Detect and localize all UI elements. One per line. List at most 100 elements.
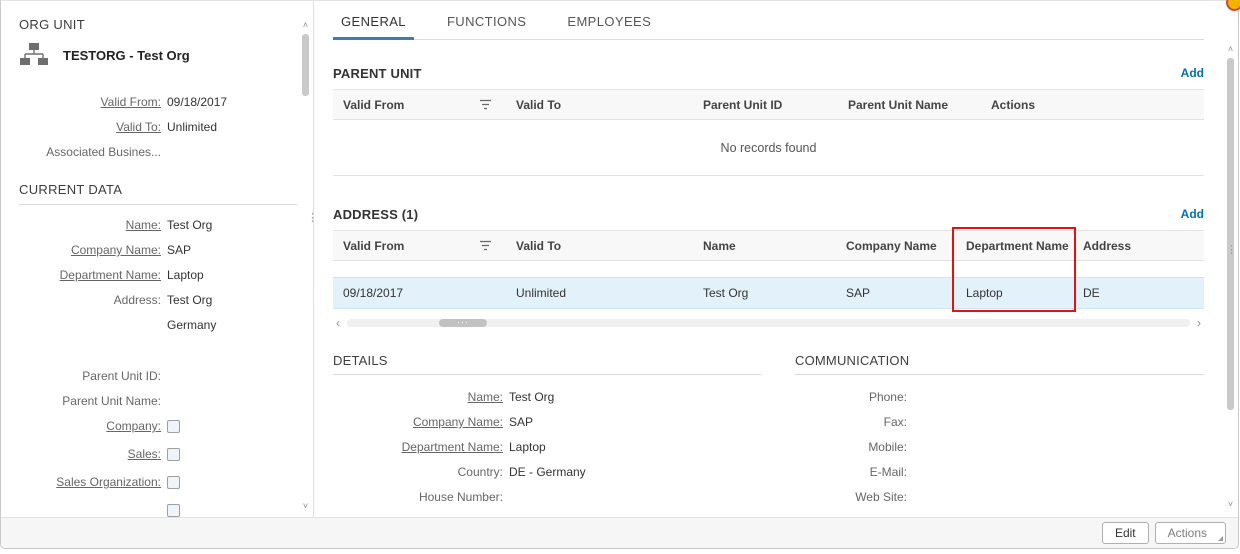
edit-button[interactable]: Edit bbox=[1101, 522, 1149, 544]
address-add-link[interactable]: Add bbox=[1181, 207, 1204, 221]
main-scrollbar-thumb[interactable] bbox=[1227, 58, 1234, 410]
parent-unit-section: PARENT UNIT Add Valid From Valid To Pare… bbox=[333, 65, 1204, 176]
sidebar-scrollbar-thumb[interactable] bbox=[302, 34, 309, 96]
sort-icon bbox=[480, 99, 491, 110]
department-name-row: Department Name: Laptop bbox=[19, 267, 307, 283]
horizontal-scrollbar-thumb[interactable]: ··· bbox=[439, 317, 487, 327]
name-value: Test Org bbox=[167, 218, 213, 232]
valid-to-row: Valid To: Unlimited bbox=[19, 119, 307, 135]
scrollbar-grip-icon: ··· bbox=[457, 317, 469, 327]
parent-unit-name-row: Parent Unit Name: bbox=[19, 393, 307, 409]
org-unit-name: TESTORG - Test Org bbox=[63, 47, 190, 63]
address-value: Test Org bbox=[167, 293, 213, 307]
country-value: Germany bbox=[167, 318, 217, 332]
parent-unit-add-link[interactable]: Add bbox=[1181, 66, 1204, 80]
column-header-valid-to[interactable]: Valid To bbox=[506, 98, 693, 112]
column-header-department-name[interactable]: Department Name bbox=[956, 239, 1073, 253]
details-name-label[interactable]: Name: bbox=[333, 389, 503, 405]
address-label: Address: bbox=[113, 293, 161, 307]
cell-name: Test Org bbox=[703, 286, 749, 300]
sales-checkbox[interactable] bbox=[167, 447, 180, 461]
scroll-up-icon[interactable]: ˄ bbox=[300, 21, 311, 30]
sales-organization-label[interactable]: Sales Organization: bbox=[19, 474, 161, 490]
valid-to-label[interactable]: Valid To: bbox=[19, 119, 161, 135]
details-house-number-row: House Number: bbox=[333, 489, 761, 505]
mobile-label: Mobile: bbox=[868, 440, 907, 454]
cell-valid-to: Unlimited bbox=[516, 286, 567, 300]
company-checkbox-row: Company: bbox=[19, 418, 307, 434]
details-communication-columns: DETAILS Name: Test Org Company Name: SAP… bbox=[333, 353, 1204, 517]
sidebar-panel: ORG UNIT TESTORG - Test Org Valid From: … bbox=[1, 1, 314, 517]
horizontal-scrollbar-track[interactable]: ··· bbox=[347, 317, 1190, 327]
parent-unit-table-header: Valid From Valid To Parent Unit ID Paren… bbox=[333, 89, 1204, 120]
column-header-valid-to[interactable]: Valid To bbox=[506, 239, 693, 253]
details-company-name-row: Company Name: SAP bbox=[333, 414, 761, 430]
name-label[interactable]: Name: bbox=[19, 217, 161, 233]
tab-bar: GENERAL FUNCTIONS EMPLOYEES bbox=[333, 1, 1204, 40]
details-street-label: Street: bbox=[333, 514, 503, 517]
details-department-name-value: Laptop bbox=[509, 440, 546, 454]
company-name-row: Company Name: SAP bbox=[19, 242, 307, 258]
column-header-valid-from[interactable]: Valid From bbox=[333, 239, 506, 253]
column-header-parent-unit-id[interactable]: Parent Unit ID bbox=[693, 98, 838, 112]
company-name-label[interactable]: Company Name: bbox=[19, 242, 161, 258]
column-header-name[interactable]: Name bbox=[693, 239, 836, 253]
name-row: Name: Test Org bbox=[19, 217, 307, 233]
scroll-down-icon[interactable]: ˅ bbox=[300, 502, 311, 511]
column-header-actions[interactable]: Actions bbox=[981, 98, 1204, 112]
details-department-name-label[interactable]: Department Name: bbox=[333, 439, 503, 455]
address-table: Valid From Valid To Name Company Name De… bbox=[333, 227, 1204, 312]
tab-functions[interactable]: FUNCTIONS bbox=[439, 14, 534, 40]
sidebar-scrollbar[interactable]: ˄ ˅ bbox=[300, 21, 311, 511]
parent-unit-title: PARENT UNIT bbox=[333, 65, 422, 81]
tab-general[interactable]: GENERAL bbox=[333, 14, 414, 40]
scroll-left-icon[interactable]: ‹ bbox=[333, 317, 343, 329]
column-header-valid-from[interactable]: Valid From bbox=[333, 98, 506, 112]
communication-email-row: E-Mail: bbox=[795, 464, 1204, 480]
details-company-name-label[interactable]: Company Name: bbox=[333, 414, 503, 430]
phone-label: Phone: bbox=[868, 390, 907, 404]
details-name-row: Name: Test Org bbox=[333, 389, 761, 405]
tab-employees[interactable]: EMPLOYEES bbox=[559, 14, 659, 40]
column-header-company-name[interactable]: Company Name bbox=[836, 239, 956, 253]
address-title: ADDRESS (1) bbox=[333, 206, 419, 222]
address-row: Address: Test Org bbox=[19, 292, 307, 308]
company-name-value: SAP bbox=[167, 243, 192, 257]
column-header-parent-unit-name[interactable]: Parent Unit Name bbox=[838, 98, 981, 112]
org-chart-icon bbox=[19, 42, 49, 68]
parent-unit-id-label: Parent Unit ID: bbox=[82, 369, 161, 383]
main-scrollbar[interactable]: ˄ ˅ bbox=[1225, 45, 1236, 509]
footer-bar: Edit Actions bbox=[1, 517, 1238, 548]
sales-label[interactable]: Sales: bbox=[19, 446, 161, 462]
main-layout: ORG UNIT TESTORG - Test Org Valid From: … bbox=[1, 1, 1238, 517]
communication-website-row: Web Site: bbox=[795, 489, 1204, 505]
edit-button-label: Edit bbox=[1114, 526, 1136, 540]
scroll-up-icon[interactable]: ˄ bbox=[1225, 45, 1236, 54]
sidebar-splitter-handle[interactable]: ⋮ bbox=[307, 213, 318, 224]
sales-checkbox-row: Sales: bbox=[19, 446, 307, 462]
org-unit-app-window: ORG UNIT TESTORG - Test Org Valid From: … bbox=[0, 0, 1239, 549]
right-splitter-handle[interactable]: ⋮ bbox=[1226, 245, 1237, 256]
empty-message: No records found bbox=[333, 120, 1204, 176]
actions-button[interactable]: Actions bbox=[1154, 522, 1226, 544]
company-label[interactable]: Company: bbox=[19, 418, 161, 434]
address-header: ADDRESS (1) Add bbox=[333, 206, 1204, 222]
sales-organization-checkbox[interactable] bbox=[167, 475, 180, 489]
valid-to-value: Unlimited bbox=[167, 120, 218, 134]
tab-content: PARENT UNIT Add Valid From Valid To Pare… bbox=[314, 40, 1238, 517]
column-header-address[interactable]: Address bbox=[1073, 239, 1204, 253]
valid-from-value: 09/18/2017 bbox=[167, 95, 228, 109]
valid-from-label[interactable]: Valid From: bbox=[19, 94, 161, 110]
scroll-right-icon[interactable]: › bbox=[1194, 317, 1204, 329]
details-country-value: DE - Germany bbox=[509, 465, 586, 479]
address-table-row-selected[interactable]: 09/18/2017 Unlimited Test Org SAP Laptop… bbox=[333, 277, 1204, 309]
scroll-down-icon[interactable]: ˅ bbox=[1225, 500, 1236, 509]
department-name-label[interactable]: Department Name: bbox=[19, 267, 161, 283]
clipped-checkbox[interactable] bbox=[167, 503, 180, 517]
company-checkbox[interactable] bbox=[167, 419, 180, 433]
details-country-label: Country: bbox=[457, 465, 503, 479]
department-name-value: Laptop bbox=[167, 268, 204, 282]
communication-phone-row: Phone: bbox=[795, 389, 1204, 405]
main-panel: GENERAL FUNCTIONS EMPLOYEES PARENT UNIT … bbox=[314, 1, 1238, 517]
